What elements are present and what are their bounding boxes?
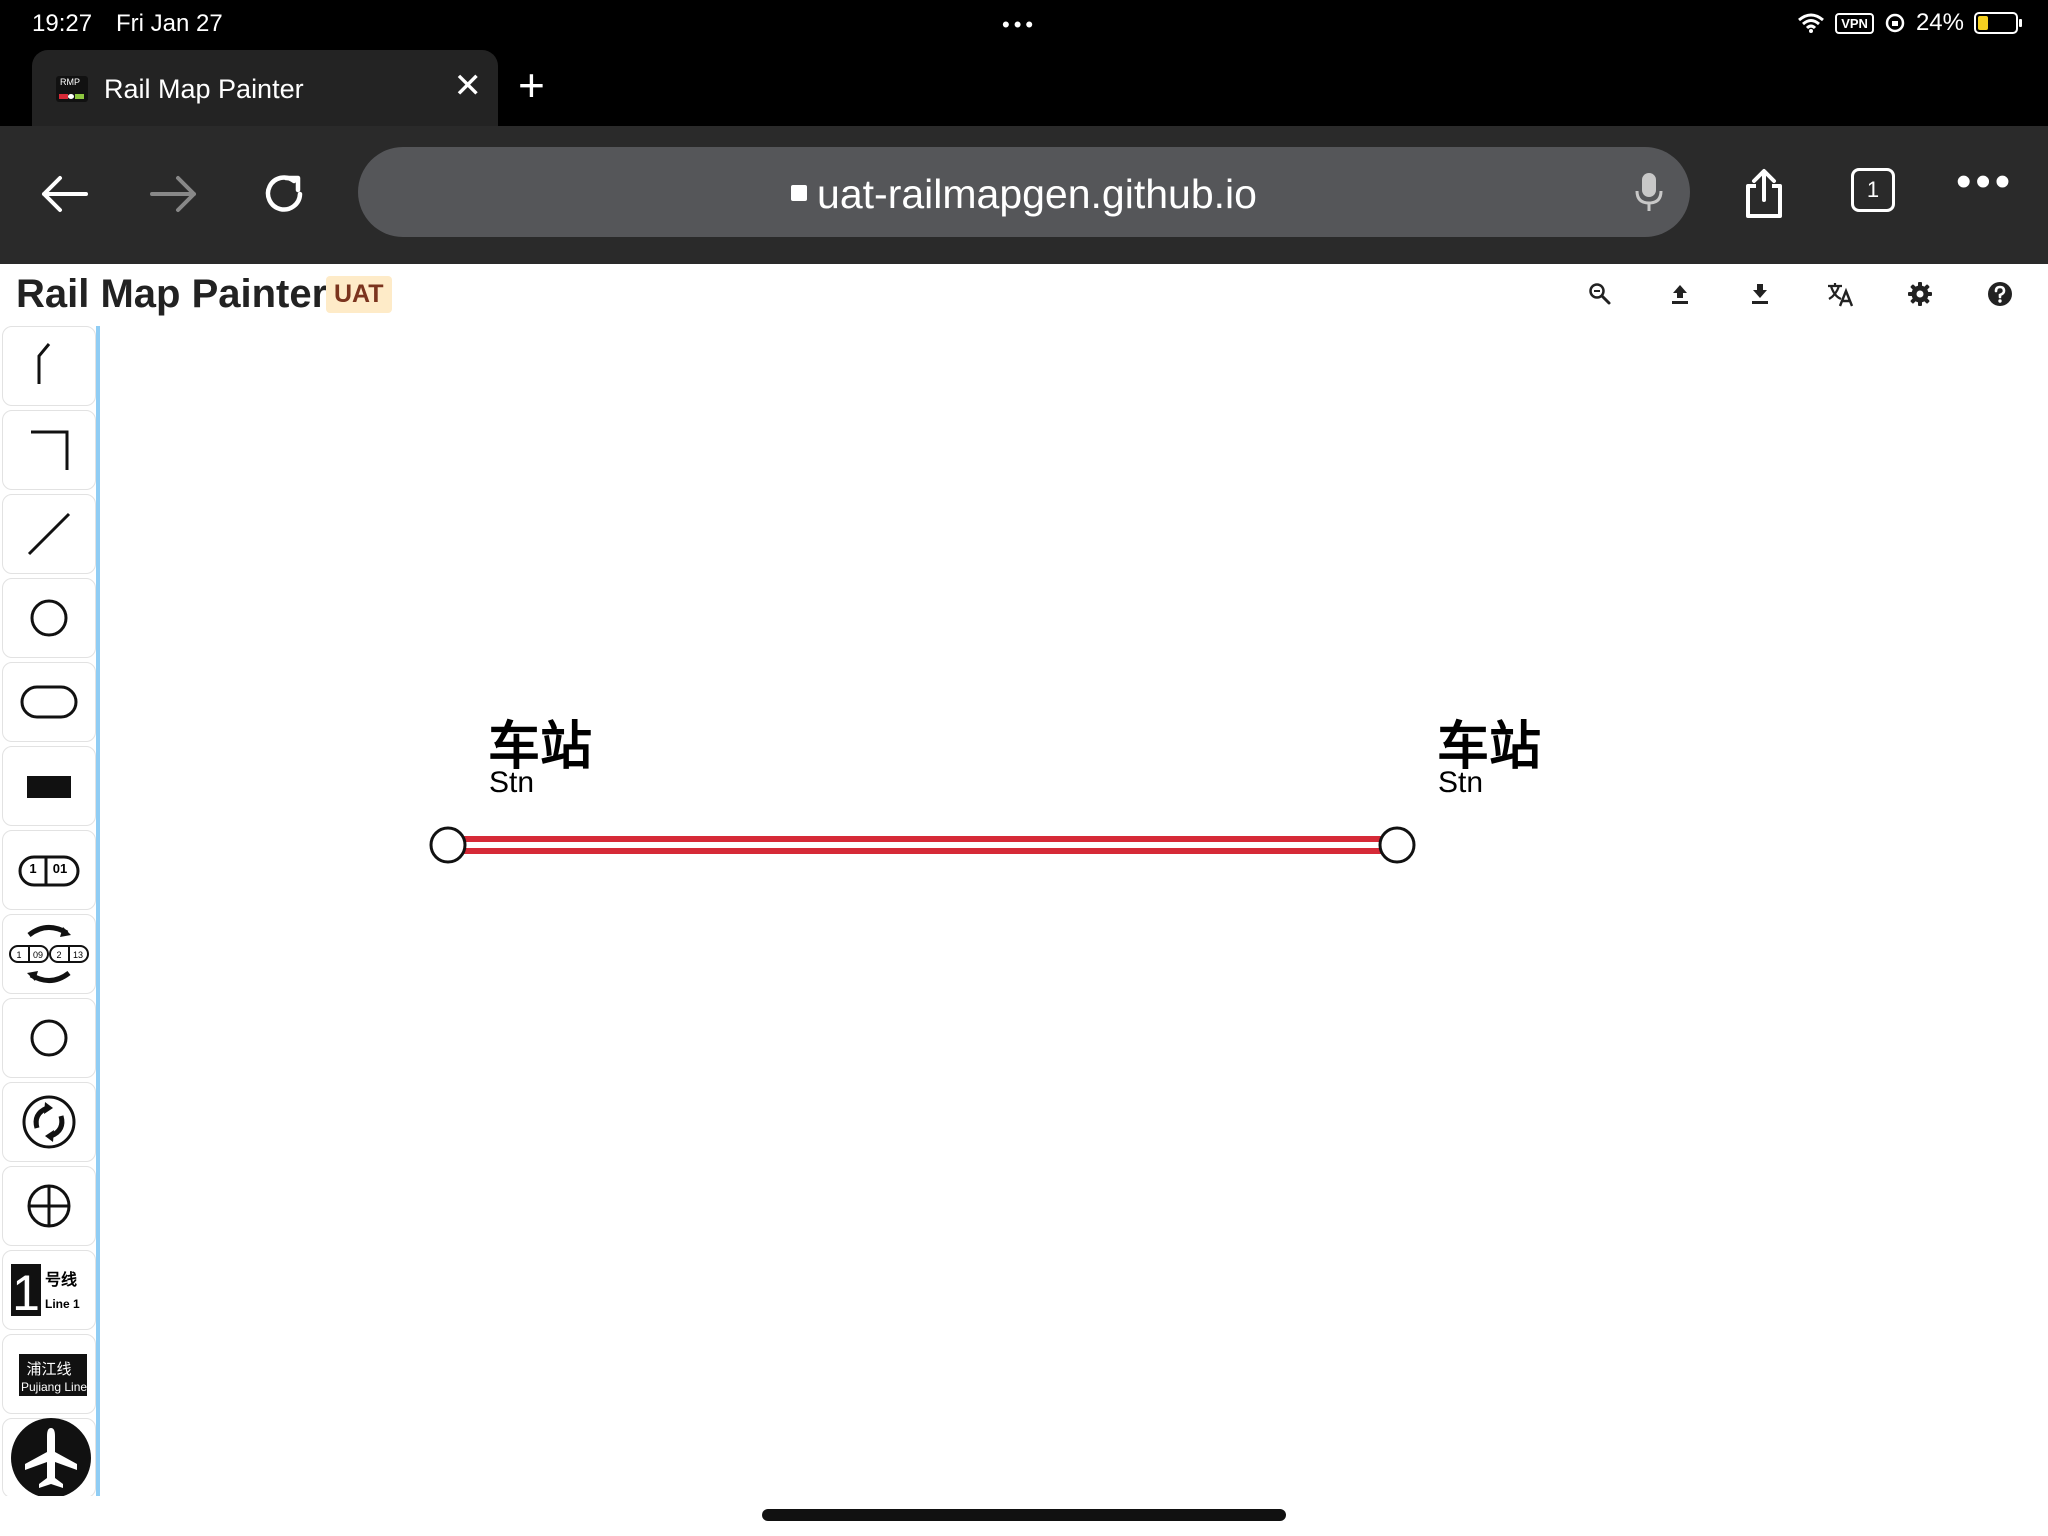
- rect-station-icon: [27, 776, 71, 798]
- language-button[interactable]: [1824, 278, 1856, 310]
- close-tab-icon[interactable]: ✕: [454, 66, 483, 106]
- tool-line-name-badge[interactable]: 浦江线 Pujiang Line: [2, 1334, 96, 1414]
- favicon-icon: RMP: [56, 76, 88, 102]
- pujiang-badge-en: Pujiang Line: [21, 1380, 87, 1394]
- circle-station-icon: [30, 599, 68, 637]
- reload-icon: [265, 175, 303, 212]
- int-number-d: 13: [73, 950, 83, 960]
- status-indicators: VPN 24%: [1797, 9, 2022, 37]
- lock-icon: [791, 185, 808, 202]
- status-time: 19:27: [32, 10, 93, 37]
- battery-percent: 24%: [1915, 9, 1964, 36]
- pujiang-badge-zh: 浦江线: [26, 1360, 71, 1378]
- line-name-badge-icon: 浦江线 Pujiang Line: [19, 1354, 87, 1396]
- int-number-a: 1: [16, 950, 21, 960]
- rail-line[interactable]: [448, 836, 1398, 854]
- environment-badge: UAT: [326, 276, 392, 313]
- settings-icon: [1908, 282, 1932, 306]
- download-icon: [1752, 284, 1768, 304]
- app-header: Rail Map Painter UAT: [0, 264, 2048, 324]
- multitasking-dots-icon[interactable]: •••: [1002, 12, 1037, 38]
- airport-icon: [11, 1418, 91, 1496]
- address-bar[interactable]: uat-railmapgen.github.io: [358, 147, 1690, 237]
- download-button[interactable]: [1744, 278, 1776, 310]
- browser-tab[interactable]: RMP Rail Map Painter ✕: [32, 50, 498, 126]
- line-badge-zh: 号线: [45, 1270, 77, 1289]
- arrow-right-icon: [150, 176, 196, 212]
- tool-cross-station[interactable]: [2, 1166, 96, 1246]
- orientation-lock-icon: [1885, 13, 1905, 33]
- vpn-badge: VPN: [1835, 12, 1874, 34]
- tool-airport[interactable]: [2, 1418, 96, 1496]
- map-canvas[interactable]: 车站 Stn 车站 Stn: [100, 326, 2048, 1496]
- microphone-icon[interactable]: [1634, 171, 1664, 213]
- interchange-circle-icon: [22, 1095, 76, 1149]
- tab-strip: RMP Rail Map Painter ✕ +: [0, 50, 2048, 126]
- tool-simple-line[interactable]: [2, 494, 96, 574]
- status-date: Fri Jan 27: [116, 10, 223, 37]
- ios-status-bar: 19:27 Fri Jan 27 ••• VPN 24%: [0, 0, 2048, 50]
- tool-diagonal-line[interactable]: [2, 326, 96, 406]
- browser-toolbar: uat-railmapgen.github.io 1 •••: [0, 126, 2048, 264]
- help-button[interactable]: [1984, 278, 2016, 310]
- tool-station-circle-small[interactable]: [2, 998, 96, 1078]
- upload-icon: [1672, 285, 1688, 304]
- tool-station-rect[interactable]: [2, 746, 96, 826]
- perpendicular-line-icon: [31, 430, 69, 470]
- forward-button[interactable]: [138, 158, 210, 230]
- station-number-a: 1: [29, 861, 36, 876]
- tool-station-circle[interactable]: [2, 578, 96, 658]
- tool-interchange-numbered[interactable]: 1 09 2 13: [2, 914, 96, 994]
- numbered-station-icon: 1 01: [18, 855, 80, 887]
- more-menu-icon[interactable]: •••: [1956, 160, 2014, 204]
- tab-title: Rail Map Painter: [104, 74, 304, 104]
- straight-line-icon: [27, 512, 71, 556]
- share-icon: [1746, 169, 1782, 218]
- arrow-left-icon: [42, 176, 88, 212]
- help-icon: [1988, 282, 2012, 306]
- station-node[interactable]: [429, 826, 467, 864]
- station-number-b: 01: [53, 861, 67, 876]
- battery-icon: [1974, 12, 2022, 34]
- wifi-icon: [1798, 13, 1825, 33]
- station-node[interactable]: [1378, 826, 1416, 864]
- translate-icon: [1828, 283, 1854, 307]
- tool-perpendicular-line[interactable]: [2, 410, 96, 490]
- share-button[interactable]: [1728, 158, 1800, 230]
- zoom-out-icon: [1589, 283, 1611, 305]
- line-badge-en: Line 1: [45, 1297, 80, 1311]
- interchange-numbered-icon: 1 09 2 13: [9, 925, 89, 983]
- tool-interchange-circle[interactable]: [2, 1082, 96, 1162]
- reload-button[interactable]: [248, 158, 320, 230]
- tool-panel: 1 01 1 09 2 13 1 号线 Line 1 浦江线 Pujiang L…: [0, 326, 100, 1496]
- pill-station-icon: [20, 685, 78, 719]
- map-drawing: [429, 826, 1416, 864]
- favicon-text: RMP: [60, 77, 80, 87]
- line-badge-icon: 1 号线 Line 1: [11, 1264, 80, 1321]
- diagonal-line-icon: [37, 343, 51, 384]
- tab-switcher-button[interactable]: 1: [1851, 168, 1895, 212]
- circle-station-small-icon: [30, 1019, 68, 1057]
- settings-button[interactable]: [1904, 278, 1936, 310]
- tool-station-numbered[interactable]: 1 01: [2, 830, 96, 910]
- app-title: Rail Map Painter: [16, 272, 328, 316]
- url-display: uat-railmapgen.github.io: [358, 171, 1690, 218]
- back-button[interactable]: [28, 158, 100, 230]
- line-badge-number: 1: [12, 1265, 40, 1321]
- url-text: uat-railmapgen.github.io: [817, 171, 1257, 217]
- int-number-c: 2: [56, 950, 61, 960]
- tool-station-pill[interactable]: [2, 662, 96, 742]
- int-number-b: 09: [33, 950, 43, 960]
- zoom-out-button[interactable]: [1584, 278, 1616, 310]
- new-tab-icon[interactable]: +: [518, 58, 545, 112]
- upload-button[interactable]: [1664, 278, 1696, 310]
- tool-line-badge[interactable]: 1 号线 Line 1: [2, 1250, 96, 1330]
- home-indicator[interactable]: [762, 1509, 1286, 1521]
- crosshair-station-icon: [27, 1184, 71, 1228]
